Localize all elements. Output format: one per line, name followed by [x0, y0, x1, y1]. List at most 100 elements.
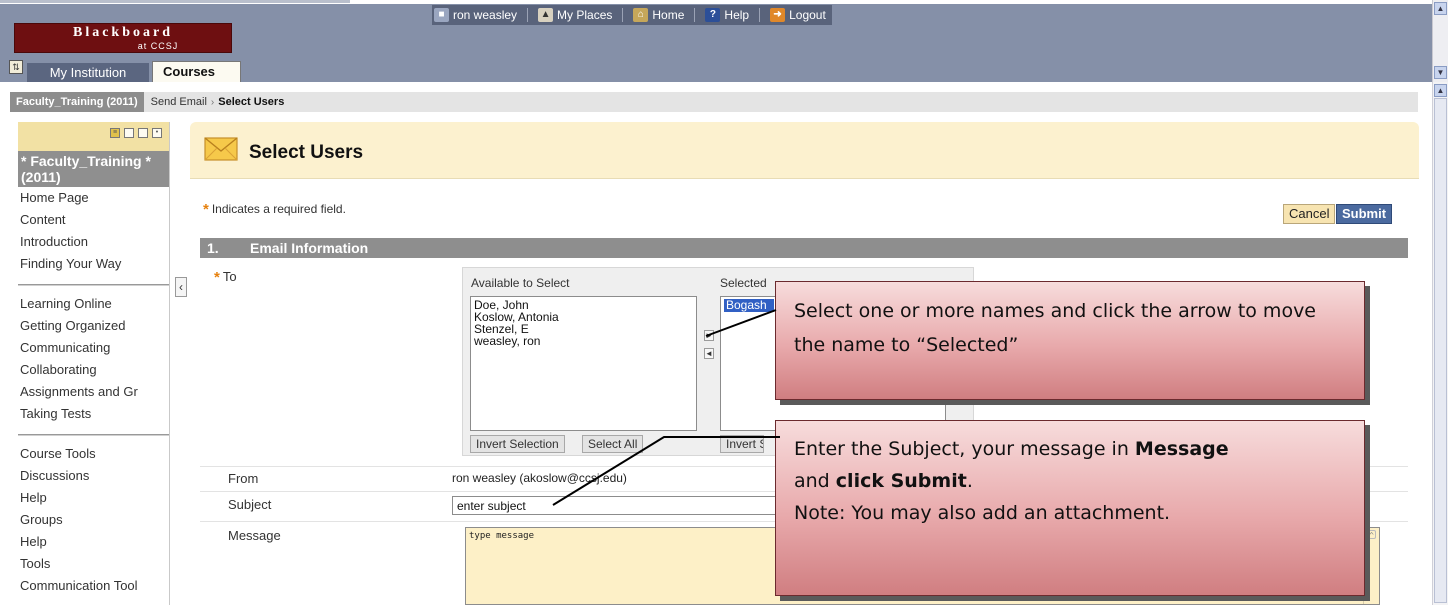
top-navigation: ■ ron weasley ▲ My Places ⌂ Home ? Help …	[432, 5, 832, 25]
submit-button[interactable]: Submit	[1336, 204, 1393, 224]
menu-item[interactable]: Communication Tool	[18, 576, 169, 598]
scroll-up-icon[interactable]: ▲	[1434, 2, 1447, 15]
settings-icon[interactable]: •	[152, 128, 162, 138]
menu-item[interactable]: Assignments and Gr	[18, 382, 169, 404]
nav-logout[interactable]: ➜ Logout	[770, 8, 826, 22]
from-value: ron weasley (akoslow@ccsj.edu)	[452, 471, 627, 485]
menu-item[interactable]: Content	[18, 210, 169, 232]
user-icon: ■	[434, 8, 449, 22]
callout-text: and	[794, 470, 830, 492]
message-scrollbar[interactable]: ^	[1363, 528, 1379, 604]
frame-scrollbar[interactable]: ▲ ▼	[1432, 0, 1448, 82]
folder-view-icon[interactable]	[124, 128, 134, 138]
nav-user[interactable]: ■ ron weasley	[434, 8, 517, 22]
nav-logout-label: Logout	[789, 8, 826, 22]
logo-text: Blackboard	[72, 25, 173, 40]
header: Blackboard at CCSJ ■ ron weasley ▲ My Pl…	[0, 0, 1432, 82]
help-icon: ?	[705, 8, 721, 22]
envelope-icon	[204, 137, 238, 161]
move-left-arrow-icon[interactable]: ◄	[704, 348, 714, 359]
breadcrumb: Faculty_Training (2011) Send Email › Sel…	[10, 92, 1418, 112]
section-title: Email Information	[250, 240, 369, 256]
tab-bar: My Institution Courses	[0, 61, 241, 82]
course-menu-list: Home Page Content Introduction Finding Your…	[18, 187, 169, 598]
tab-courses[interactable]: Courses	[152, 61, 241, 82]
menu-group-3: Course Tools Discussions Help Groups Help Too…	[18, 444, 169, 598]
scrollbar-thumb[interactable]	[1434, 98, 1447, 603]
to-label-text: To	[222, 269, 237, 284]
menu-item[interactable]: Course Tools	[18, 444, 169, 466]
menu-group-1: Home Page Content Introduction Finding Your…	[18, 188, 169, 276]
menu-item[interactable]: Communicating	[18, 338, 169, 360]
page-scrollbar[interactable]: ▲	[1432, 82, 1448, 605]
breadcrumb-separator: ›	[210, 96, 215, 108]
nav-my-places[interactable]: ▲ My Places	[538, 8, 612, 22]
course-menu: ≡ • * Faculty_Training * (2011) Home Pag…	[18, 122, 170, 605]
menu-divider	[18, 434, 169, 436]
new-window-icon[interactable]	[138, 128, 148, 138]
logo-subtext: at CCSJ	[137, 41, 179, 51]
required-note-text: Indicates a required field.	[211, 202, 346, 216]
required-star-icon: *	[203, 201, 209, 218]
menu-divider	[18, 284, 169, 286]
menu-item[interactable]: Finding Your Way	[18, 254, 169, 276]
breadcrumb-current: Select Users	[218, 96, 285, 108]
logout-icon: ➜	[770, 8, 786, 22]
menu-view-toggles: ≡ •	[110, 128, 166, 138]
scroll-up-icon[interactable]: ▲	[1434, 84, 1447, 97]
menu-item[interactable]: Learning Online	[18, 294, 169, 316]
menu-item[interactable]: Home Page	[18, 188, 169, 210]
select-all-button[interactable]: Select All	[582, 435, 644, 453]
breadcrumb-course[interactable]: Faculty_Training (2011)	[10, 92, 144, 112]
message-label: Message	[228, 528, 281, 543]
cancel-button[interactable]: Cancel	[1283, 204, 1336, 224]
available-users-list[interactable]: Doe, John Koslow, Antonia Stenzel, Eweasle…	[470, 296, 697, 431]
callout-text: .	[966, 470, 973, 492]
header-top-border	[0, 0, 1432, 4]
menu-item[interactable]: Help	[18, 488, 169, 510]
menu-item[interactable]: Discussions	[18, 466, 169, 488]
menu-item[interactable]: Groups	[18, 510, 169, 532]
scroll-up-icon[interactable]: ^	[1367, 530, 1376, 540]
page-title-bar: Select Users	[190, 122, 1419, 179]
callout-bold-message: Message	[1134, 438, 1229, 460]
menu-item[interactable]: Help	[18, 532, 169, 554]
invert-selection-button[interactable]: Invert Selection	[470, 435, 565, 453]
callout-text: Enter the Subject, your message in	[794, 438, 1129, 460]
from-label: From	[228, 471, 259, 486]
selected-user-item[interactable]: Bogash	[724, 299, 774, 312]
menu-group-2: Learning Online Getting Organized Communic…	[18, 294, 169, 426]
selected-label: Selected	[720, 276, 767, 290]
nav-home[interactable]: ⌂ Home	[633, 8, 684, 22]
breadcrumb-send-email[interactable]: Send Email	[151, 96, 207, 108]
course-menu-header: ≡ •	[18, 122, 169, 151]
available-user-item[interactable]: weasley, ron	[474, 335, 693, 347]
move-right-arrow-icon[interactable]: ►	[704, 330, 714, 341]
page-title: Select Users	[249, 142, 364, 163]
tab-my-institution[interactable]: My Institution	[27, 63, 149, 82]
section-number: 1.	[207, 240, 219, 256]
menu-item[interactable]: Collaborating	[18, 360, 169, 382]
nav-help[interactable]: ? Help	[705, 8, 749, 22]
nav-my-places-label: My Places	[557, 8, 613, 22]
required-star-icon: *	[214, 269, 220, 286]
menu-item[interactable]: Taking Tests	[18, 404, 169, 426]
home-icon: ⌂	[633, 8, 649, 22]
instruction-callout-select: Select one or more names and click the a…	[775, 281, 1365, 400]
menu-item[interactable]: Tools	[18, 554, 169, 576]
list-view-icon[interactable]: ≡	[110, 128, 120, 138]
collapse-menu-button[interactable]: ‹	[175, 277, 187, 297]
scroll-down-icon[interactable]: ▼	[1434, 66, 1447, 79]
blackboard-logo[interactable]: Blackboard at CCSJ	[14, 23, 232, 53]
menu-item[interactable]: Introduction	[18, 232, 169, 254]
available-label: Available to Select	[471, 276, 570, 290]
callout-note: Note: You may also add an attachment.	[794, 502, 1171, 524]
section-header: 1. Email Information	[200, 238, 1408, 258]
invert-selected-button[interactable]: Invert S	[720, 435, 764, 453]
course-menu-title[interactable]: * Faculty_Training * (2011)	[18, 151, 169, 187]
callout-bold-submit: click Submit	[835, 470, 967, 492]
nav-user-label: ron weasley	[453, 8, 518, 22]
required-field-note: * Indicates a required field.	[203, 201, 346, 218]
menu-item[interactable]: Getting Organized	[18, 316, 169, 338]
to-label: * To	[214, 269, 237, 286]
